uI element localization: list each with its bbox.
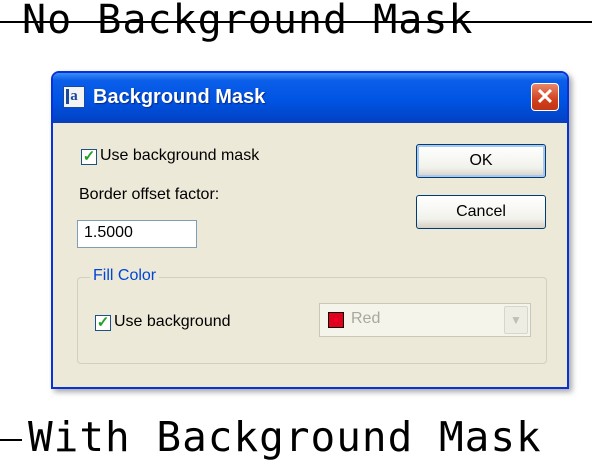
ok-button[interactable]: OK [416,144,546,178]
color-value: Red [351,310,381,327]
tick-line [0,439,22,441]
border-offset-label: Border offset factor: [79,186,220,203]
color-swatch [328,312,344,328]
use-background-mask-label: Use background mask [100,147,260,164]
use-background-checkbox[interactable]: ✓ [95,315,111,331]
strike-line [0,21,592,23]
bottom-cad-text: With Background Mask [28,413,542,461]
close-button[interactable]: ✕ [531,83,559,111]
app-icon: a [63,86,85,108]
dialog-title: Background Mask [93,86,266,108]
use-background-mask-checkbox[interactable]: ✓ [81,149,97,165]
cancel-button[interactable]: Cancel [416,195,546,229]
fill-color-dropdown[interactable]: Red ▼ [319,303,531,337]
border-offset-input[interactable]: 1.5000 [77,220,197,248]
use-background-label: Use background [114,313,231,330]
chevron-down-icon[interactable]: ▼ [504,306,528,334]
title-bar[interactable]: a Background Mask ✕ [53,73,567,123]
fill-color-legend: Fill Color [90,267,160,285]
background-mask-dialog: a Background Mask ✕ ✓ Use background mas… [51,71,569,389]
